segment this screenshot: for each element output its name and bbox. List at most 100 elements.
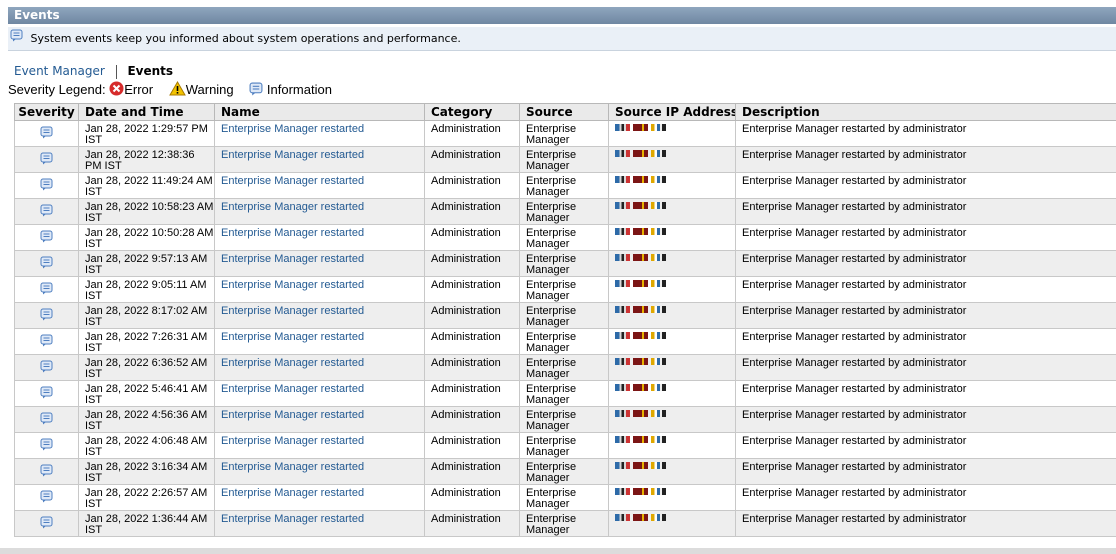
- source-cell: Enterprise Manager: [519, 432, 609, 459]
- table-row: Jan 28, 2022 1:29:57 PM IST Enterprise Ma…: [14, 120, 1116, 147]
- description-cell: Enterprise Manager restarted by administ…: [735, 120, 1116, 147]
- event-name-link[interactable]: Enterprise Manager restarted: [221, 149, 364, 161]
- source-text: Enterprise Manager: [526, 175, 577, 198]
- datetime-cell: Jan 28, 2022 9:57:13 AM IST: [78, 250, 215, 277]
- event-name-link[interactable]: Enterprise Manager restarted: [221, 201, 364, 213]
- description-text: Enterprise Manager restarted by administ…: [742, 253, 967, 265]
- name-cell: Enterprise Manager restarted: [214, 380, 425, 407]
- event-name-link[interactable]: Enterprise Manager restarted: [221, 227, 364, 239]
- source-cell: Enterprise Manager: [519, 354, 609, 381]
- breadcrumb-separator: [115, 64, 117, 79]
- description-text: Enterprise Manager restarted by administ…: [742, 435, 967, 447]
- horizontal-scrollbar[interactable]: [0, 548, 1116, 554]
- ip-block-icon: [633, 410, 648, 417]
- column-header-severity[interactable]: Severity: [14, 103, 79, 121]
- name-cell: Enterprise Manager restarted: [214, 172, 425, 199]
- event-name-link[interactable]: Enterprise Manager restarted: [221, 513, 364, 525]
- severity-cell: [14, 224, 79, 251]
- obfuscated-ip-icons: [615, 356, 666, 365]
- category-text: Administration: [431, 409, 501, 421]
- event-name-link[interactable]: Enterprise Manager restarted: [221, 409, 364, 421]
- source-text: Enterprise Manager: [526, 331, 577, 354]
- event-name-link[interactable]: Enterprise Manager restarted: [221, 487, 364, 499]
- ip-block-icon: [615, 384, 630, 391]
- description-text: Enterprise Manager restarted by administ…: [742, 383, 967, 395]
- source-text: Enterprise Manager: [526, 409, 577, 432]
- description-cell: Enterprise Manager restarted by administ…: [735, 432, 1116, 459]
- source-ip-cell: [608, 120, 736, 147]
- information-icon: [40, 490, 53, 503]
- description-text: Enterprise Manager restarted by administ…: [742, 227, 967, 239]
- event-name-link[interactable]: Enterprise Manager restarted: [221, 305, 364, 317]
- information-icon: [40, 204, 53, 217]
- severity-cell: [14, 250, 79, 277]
- datetime-text: Jan 28, 2022 1:36:44 AM IST: [85, 513, 208, 536]
- ip-block-icon: [651, 150, 666, 157]
- table-row: Jan 28, 2022 5:46:41 AM IST Enterprise Ma…: [14, 380, 1116, 407]
- source-ip-cell: [608, 510, 736, 537]
- obfuscated-ip-icons: [615, 408, 666, 417]
- column-header-description[interactable]: Description: [735, 103, 1116, 121]
- datetime-cell: Jan 28, 2022 7:26:31 AM IST: [78, 328, 215, 355]
- name-cell: Enterprise Manager restarted: [214, 120, 425, 147]
- column-header-source[interactable]: Source: [519, 103, 609, 121]
- ip-block-icon: [651, 306, 666, 313]
- obfuscated-ip-icons: [615, 148, 666, 157]
- information-icon: [40, 256, 53, 269]
- category-cell: Administration: [424, 354, 520, 381]
- source-cell: Enterprise Manager: [519, 120, 609, 147]
- datetime-text: Jan 28, 2022 11:49:24 AM IST: [85, 175, 213, 198]
- event-name-link[interactable]: Enterprise Manager restarted: [221, 253, 364, 265]
- event-name-link[interactable]: Enterprise Manager restarted: [221, 279, 364, 291]
- datetime-cell: Jan 28, 2022 9:05:11 AM IST: [78, 276, 215, 303]
- description-cell: Enterprise Manager restarted by administ…: [735, 484, 1116, 511]
- column-header-name[interactable]: Name: [214, 103, 425, 121]
- datetime-text: Jan 28, 2022 1:29:57 PM IST: [85, 123, 208, 146]
- description-cell: Enterprise Manager restarted by administ…: [735, 510, 1116, 537]
- obfuscated-ip-icons: [615, 330, 666, 339]
- category-cell: Administration: [424, 172, 520, 199]
- datetime-cell: Jan 28, 2022 11:49:24 AM IST: [78, 172, 215, 199]
- column-header-category[interactable]: Category: [424, 103, 520, 121]
- breadcrumb-link-event-manager[interactable]: Event Manager: [14, 64, 105, 78]
- source-ip-cell: [608, 432, 736, 459]
- name-cell: Enterprise Manager restarted: [214, 224, 425, 251]
- category-cell: Administration: [424, 484, 520, 511]
- information-icon: [40, 230, 53, 243]
- datetime-cell: Jan 28, 2022 4:56:36 AM IST: [78, 406, 215, 433]
- datetime-text: Jan 28, 2022 9:05:11 AM IST: [85, 279, 207, 302]
- column-header-source-ip[interactable]: Source IP Address: [608, 103, 736, 121]
- source-cell: Enterprise Manager: [519, 380, 609, 407]
- event-name-link[interactable]: Enterprise Manager restarted: [221, 175, 364, 187]
- table-row: Jan 28, 2022 11:49:24 AM IST Enterprise M…: [14, 172, 1116, 199]
- datetime-text: Jan 28, 2022 4:56:36 AM IST: [85, 409, 208, 432]
- information-icon: [40, 516, 53, 529]
- event-name-link[interactable]: Enterprise Manager restarted: [221, 435, 364, 447]
- datetime-text: Jan 28, 2022 7:26:31 AM IST: [85, 331, 208, 354]
- table-row: Jan 28, 2022 9:05:11 AM IST Enterprise Ma…: [14, 276, 1116, 303]
- severity-cell: [14, 354, 79, 381]
- description-cell: Enterprise Manager restarted by administ…: [735, 302, 1116, 329]
- event-name-link[interactable]: Enterprise Manager restarted: [221, 331, 364, 343]
- category-cell: Administration: [424, 224, 520, 251]
- event-name-link[interactable]: Enterprise Manager restarted: [221, 383, 364, 395]
- table-row: Jan 28, 2022 4:06:48 AM IST Enterprise Ma…: [14, 432, 1116, 459]
- category-text: Administration: [431, 201, 501, 213]
- name-cell: Enterprise Manager restarted: [214, 432, 425, 459]
- name-cell: Enterprise Manager restarted: [214, 302, 425, 329]
- description-text: Enterprise Manager restarted by administ…: [742, 149, 967, 161]
- information-icon: [40, 178, 53, 191]
- category-text: Administration: [431, 175, 501, 187]
- column-header-date-time[interactable]: Date and Time: [78, 103, 215, 121]
- source-cell: Enterprise Manager: [519, 250, 609, 277]
- ip-block-icon: [651, 462, 666, 469]
- severity-cell: [14, 432, 79, 459]
- event-name-link[interactable]: Enterprise Manager restarted: [221, 123, 364, 135]
- event-name-link[interactable]: Enterprise Manager restarted: [221, 461, 364, 473]
- source-cell: Enterprise Manager: [519, 302, 609, 329]
- information-icon: [40, 438, 53, 451]
- event-name-link[interactable]: Enterprise Manager restarted: [221, 357, 364, 369]
- window-title-bar: Events: [8, 7, 1116, 24]
- source-ip-cell: [608, 172, 736, 199]
- information-icon: [40, 464, 53, 477]
